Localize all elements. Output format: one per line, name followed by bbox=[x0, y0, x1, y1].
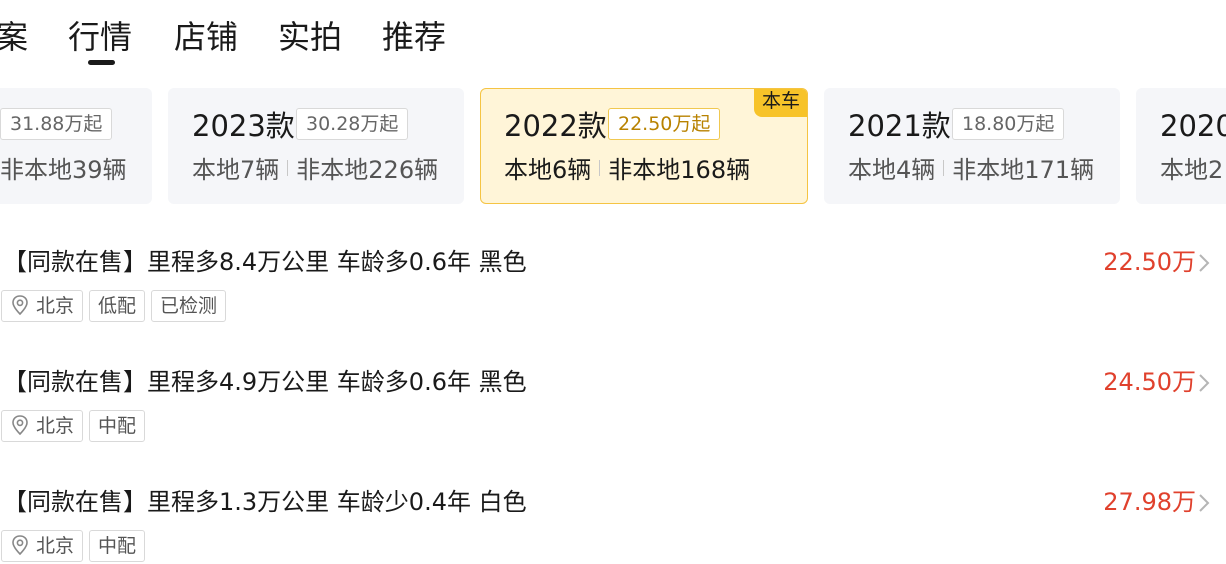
year-card-year: 2021款 bbox=[848, 109, 951, 143]
year-card-nonlocal-count: 非本地39辆 bbox=[0, 156, 127, 184]
tab-market[interactable]: 行情 bbox=[68, 14, 132, 60]
listing-item[interactable]: 【同款在售】里程多8.4万公里 车龄多0.6年 黑色 22.50万 北京 低配 已检… bbox=[0, 244, 1226, 344]
listing-price: 27.98万 bbox=[1103, 488, 1196, 516]
year-card-year: 2023款 bbox=[192, 109, 295, 143]
year-card-nonlocal-count: 非本地171辆 bbox=[952, 156, 1095, 184]
location-city: 北京 bbox=[36, 295, 75, 317]
year-card-local-count: 本地4辆 bbox=[848, 156, 936, 184]
divider bbox=[287, 160, 289, 176]
year-card-year: 2022款 bbox=[504, 109, 607, 143]
year-card-counts: 本地7辆 非本地226辆 bbox=[192, 152, 438, 188]
listing-tag: 低配 bbox=[89, 290, 146, 322]
year-card[interactable]: 2023款 30.28万起 本地7辆 非本地226辆 bbox=[168, 88, 464, 204]
chevron-right-icon bbox=[1199, 374, 1210, 392]
listing-tags: 北京 中配 bbox=[1, 410, 151, 442]
year-card-price: 31.88万起 bbox=[0, 108, 113, 140]
year-card-list[interactable]: 31.88万起 非本地39辆 2023款 30.28万起 本地7辆 非本地226辆… bbox=[0, 88, 1226, 204]
location-tag: 北京 bbox=[1, 530, 84, 562]
listing-tag: 中配 bbox=[89, 530, 146, 562]
tab-active-indicator bbox=[88, 60, 115, 65]
listing-title: 【同款在售】里程多4.9万公里 车龄多0.6年 黑色 bbox=[3, 368, 527, 396]
year-card-nonlocal-count: 非本地226辆 bbox=[296, 156, 439, 184]
listing-title: 【同款在售】里程多8.4万公里 车龄多0.6年 黑色 bbox=[3, 248, 527, 276]
location-pin-icon bbox=[12, 415, 28, 436]
year-card-year: 2020 bbox=[1160, 109, 1226, 143]
location-tag: 北京 bbox=[1, 290, 84, 322]
listing-tags: 北京 低配 已检测 bbox=[1, 290, 232, 322]
tab-shop[interactable]: 店铺 bbox=[174, 14, 238, 60]
year-card-selected[interactable]: 2022款 22.50万起 本地6辆 非本地168辆 本车 bbox=[480, 88, 808, 204]
year-card-local-count: 本地6辆 bbox=[504, 156, 592, 184]
year-card-counts: 本地6辆 非本地168辆 bbox=[504, 152, 750, 188]
year-card-counts: 本地2 bbox=[1160, 152, 1223, 188]
listing-price: 22.50万 bbox=[1103, 248, 1196, 276]
location-pin-icon bbox=[12, 535, 28, 556]
year-card-counts: 非本地39辆 bbox=[0, 152, 127, 188]
listing-item[interactable]: 【同款在售】里程多1.3万公里 车龄少0.4年 白色 27.98万 北京 中配 bbox=[0, 484, 1226, 564]
tab-recommend[interactable]: 推荐 bbox=[382, 14, 446, 60]
year-card-price: 30.28万起 bbox=[296, 108, 409, 140]
divider bbox=[943, 160, 945, 176]
this-car-badge: 本车 bbox=[753, 89, 807, 117]
location-city: 北京 bbox=[36, 415, 75, 437]
year-card-price: 22.50万起 bbox=[608, 108, 721, 140]
tab-bar: 案 行情 店铺 实拍 推荐 bbox=[0, 0, 1226, 70]
tab-photos[interactable]: 实拍 bbox=[278, 14, 342, 60]
location-tag: 北京 bbox=[1, 410, 84, 442]
page: 案 行情 店铺 实拍 推荐 31.88万起 非本地39辆 2023款 30.28… bbox=[0, 0, 1226, 564]
listing-item[interactable]: 【同款在售】里程多4.9万公里 车龄多0.6年 黑色 24.50万 北京 中配 bbox=[0, 364, 1226, 464]
year-card-local-count: 本地2 bbox=[1160, 156, 1224, 184]
tab-archive[interactable]: 案 bbox=[0, 14, 28, 60]
listing-tag: 中配 bbox=[89, 410, 146, 442]
chevron-right-icon bbox=[1199, 494, 1210, 512]
year-card-counts: 本地4辆 非本地171辆 bbox=[848, 152, 1094, 188]
year-card-local-count: 本地7辆 bbox=[192, 156, 280, 184]
year-card[interactable]: 31.88万起 非本地39辆 bbox=[0, 88, 152, 204]
divider bbox=[599, 160, 601, 176]
location-pin-icon bbox=[12, 295, 28, 316]
year-card-nonlocal-count: 非本地168辆 bbox=[608, 156, 751, 184]
chevron-right-icon bbox=[1199, 254, 1210, 272]
listing-price: 24.50万 bbox=[1103, 368, 1196, 396]
year-card[interactable]: 2020 本地2 bbox=[1136, 88, 1226, 204]
year-card[interactable]: 2021款 18.80万起 本地4辆 非本地171辆 bbox=[824, 88, 1120, 204]
year-card-price: 18.80万起 bbox=[952, 108, 1065, 140]
location-city: 北京 bbox=[36, 535, 75, 557]
listing-title: 【同款在售】里程多1.3万公里 车龄少0.4年 白色 bbox=[3, 488, 527, 516]
listing-tags: 北京 中配 bbox=[1, 530, 151, 562]
listing-tag: 已检测 bbox=[151, 290, 227, 322]
